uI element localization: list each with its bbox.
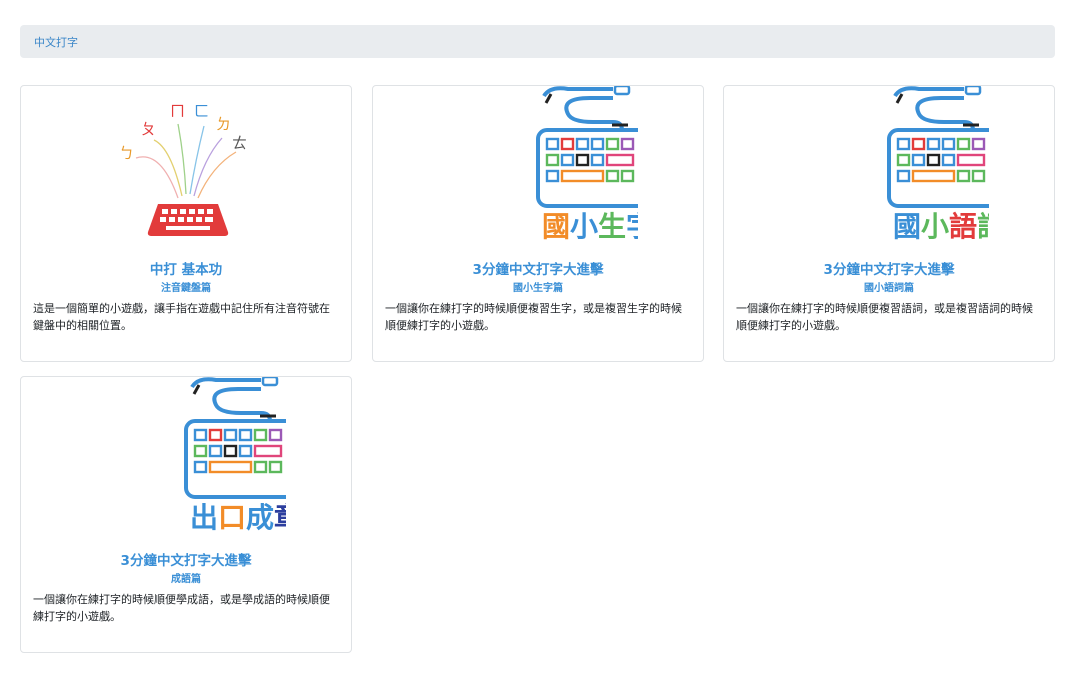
svg-text:ㄇ: ㄇ [170, 102, 185, 120]
game-card-elementary-characters[interactable]: 國小生字 3分鐘中文打字大進擊 國小生字篇 一個讓你在練打字的時候順便複習生字，… [372, 85, 704, 362]
card-description: 這是一個簡單的小遊戲，讓手指在遊戲中記住所有注音符號在鍵盤中的相關位置。 [33, 302, 330, 332]
breadcrumb: 中文打字 [20, 25, 1055, 58]
logo-caption: 國小語詞 [893, 210, 989, 243]
svg-text:ㄉ: ㄉ [216, 115, 231, 133]
svg-text:ㄆ: ㄆ [141, 120, 156, 138]
card-subtitle: 國小語詞篇 [864, 283, 914, 294]
card-title[interactable]: 3分鐘中文打字大進擊 [33, 551, 339, 571]
breadcrumb-item[interactable]: 中文打字 [34, 34, 78, 50]
game-card-idioms[interactable]: 出口成章 3分鐘中文打字大進擊 成語篇 一個讓你在練打字的時候順便學成語，或是學… [20, 376, 352, 653]
svg-text:ㄊ: ㄊ [232, 134, 247, 152]
card-title[interactable]: 中打 基本功 [33, 260, 339, 280]
card-subtitle: 成語篇 [171, 574, 201, 585]
card-title[interactable]: 3分鐘中文打字大進擊 [385, 260, 691, 280]
card-image[interactable]: 出口成章 [21, 377, 351, 537]
game-card-elementary-words[interactable]: 國小語詞 3分鐘中文打字大進擊 國小語詞篇 一個讓你在練打字的時候順便複習語詞，… [723, 85, 1055, 362]
card-subtitle: 注音鍵盤篇 [161, 283, 211, 294]
svg-text:ㄅ: ㄅ [119, 144, 134, 162]
keyboard-logo: 國小生字 [536, 86, 638, 243]
card-description: 一個讓你在練打字的時候順便複習語詞，或是複習語詞的時候順便練打字的小遊戲。 [736, 302, 1033, 332]
card-image[interactable]: 國小生字 [373, 86, 703, 246]
card-image[interactable]: 國小語詞 [724, 86, 1054, 246]
card-description: 一個讓你在練打字的時候順便學成語，或是學成語的時候順便練打字的小遊戲。 [33, 593, 330, 623]
keyboard-logo: 國小語詞 [887, 86, 989, 243]
logo-caption: 出口成章 [190, 501, 286, 534]
game-card-zhuyin[interactable]: ㄅ ㄆ ㄇ ㄈ ㄉ ㄊ 中打 基本功 注音鍵盤篇 這是一個簡單的小遊戲，讓手指在… [20, 85, 352, 362]
card-image[interactable]: ㄅ ㄆ ㄇ ㄈ ㄉ ㄊ [21, 86, 351, 246]
card-description: 一個讓你在練打字的時候順便複習生字，或是複習生字的時候順便練打字的小遊戲。 [385, 302, 682, 332]
zhuyin-keyboard-illustration: ㄅ ㄆ ㄇ ㄈ ㄉ ㄊ [119, 102, 247, 236]
card-title[interactable]: 3分鐘中文打字大進擊 [736, 260, 1042, 280]
keyboard-logo: 出口成章 [184, 377, 286, 534]
card-subtitle: 國小生字篇 [513, 283, 563, 294]
logo-caption: 國小生字 [542, 210, 638, 243]
svg-text:ㄈ: ㄈ [194, 102, 209, 120]
